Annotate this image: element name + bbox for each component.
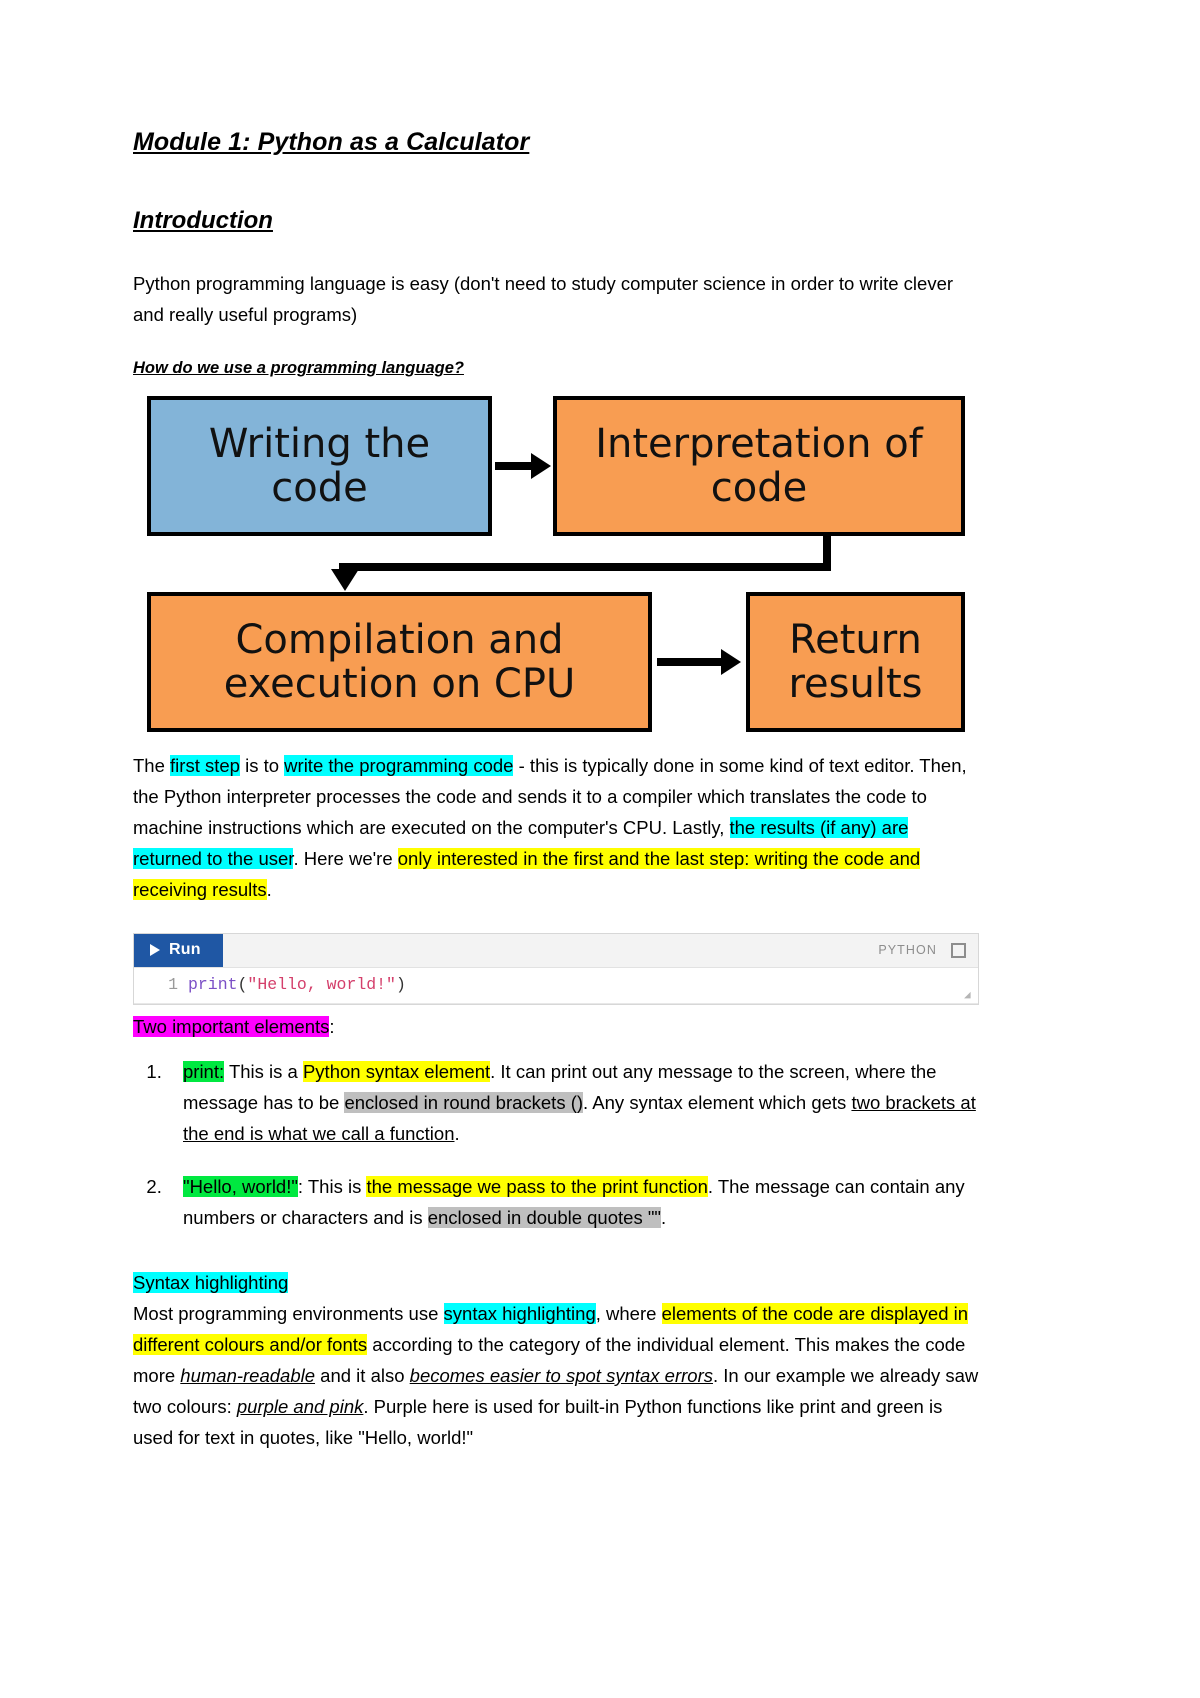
- code-content: print("Hello, world!"): [188, 974, 406, 996]
- code-token-string: "Hello, world!": [247, 974, 396, 994]
- text-run: . Any syntax element which gets: [583, 1091, 852, 1113]
- list-item: print: This is a Python syntax element . …: [167, 1056, 979, 1149]
- text-run: Most programming environments use: [133, 1302, 444, 1324]
- syntax-highlighting-section: Syntax highlighting Most programming env…: [133, 1267, 979, 1453]
- language-label: PYTHON: [878, 943, 937, 958]
- text-run: .: [454, 1122, 460, 1144]
- highlight-cyan: write the programming code: [284, 754, 514, 776]
- text-run: , where: [595, 1302, 662, 1324]
- highlight-cyan: Syntax highlighting: [133, 1271, 289, 1293]
- play-icon: [150, 944, 160, 957]
- text-run: :: [329, 1015, 335, 1037]
- document-body: Module 1: Python as a Calculator Introdu…: [133, 128, 979, 1453]
- highlight-cyan: syntax highlighting: [443, 1302, 596, 1324]
- code-editor[interactable]: 1 print("Hello, world!") ◢: [134, 967, 978, 1004]
- code-runner-toolbar: Run PYTHON: [134, 933, 978, 968]
- highlight-green: "Hello, world!": [183, 1175, 298, 1197]
- highlight-cyan: first step: [170, 754, 240, 776]
- flow-node-compilation-and-execution-on-cpu: Compilation and execution on CPU: [147, 591, 652, 732]
- intro-paragraph: Python programming language is easy (don…: [133, 273, 954, 326]
- syntax-highlighting-paragraph: Most programming environments use syntax…: [133, 1298, 979, 1453]
- run-button-label: Run: [169, 941, 201, 959]
- text-run: The: [133, 754, 171, 776]
- flowchart-diagram: Writing the code Interpretation of code …: [133, 394, 969, 734]
- text-run: : This is: [297, 1175, 367, 1197]
- section-heading-introduction: Introduction: [133, 206, 273, 234]
- subheading-how-do-we-use: How do we use a programming language?: [133, 359, 464, 378]
- expand-icon[interactable]: [951, 942, 966, 958]
- two-important-elements-lead: Two important elements:: [133, 1011, 979, 1042]
- text-run: . Here we're: [293, 847, 398, 869]
- list-item: "Hello, world!": This is the message we …: [167, 1171, 979, 1233]
- code-line: 1 print("Hello, world!"): [134, 974, 978, 996]
- page-title: Module 1: Python as a Calculator: [133, 128, 530, 156]
- code-runner-widget[interactable]: Run PYTHON 1 print("Hello, world!") ◢: [133, 932, 979, 1005]
- underlined-italic-text: becomes easier to spot syntax errors: [409, 1364, 713, 1386]
- text-run: .: [660, 1206, 667, 1228]
- text-run: .: [266, 878, 272, 900]
- resize-grip-icon[interactable]: ◢: [964, 990, 974, 1001]
- code-token-paren-close: ): [395, 974, 406, 994]
- document-page: Module 1: Python as a Calculator Introdu…: [0, 0, 1200, 1698]
- code-token-paren-open: (: [237, 974, 248, 994]
- flow-node-writing-the-code: Writing the code: [147, 395, 492, 536]
- text-run: This is a: [224, 1060, 303, 1082]
- highlight-gray: enclosed in double quotes "": [427, 1206, 661, 1228]
- highlight-green: print:: [183, 1060, 225, 1082]
- highlight-magenta: Two important elements: [133, 1015, 330, 1037]
- line-number: 1: [168, 974, 178, 994]
- run-button[interactable]: Run: [134, 933, 223, 967]
- elements-list: print: This is a Python syntax element . …: [133, 1056, 979, 1233]
- code-runner-toolbar-right: PYTHON: [878, 934, 978, 967]
- text-run: is to: [239, 754, 285, 776]
- highlight-yellow: Python syntax element: [302, 1060, 491, 1082]
- syntax-highlighting-heading: Syntax highlighting: [133, 1267, 979, 1298]
- underlined-italic-text: purple and pink: [236, 1395, 364, 1417]
- text-run: and it also: [315, 1364, 410, 1386]
- flow-node-interpretation-of-code: Interpretation of code: [553, 395, 965, 536]
- highlight-gray: enclosed in round brackets (): [344, 1091, 584, 1113]
- arrow-elbow-down-icon: [313, 535, 833, 596]
- code-token-function: print: [188, 974, 238, 994]
- underlined-italic-text: human-readable: [180, 1364, 316, 1386]
- flow-node-return-results: Return results: [746, 591, 965, 732]
- highlight-yellow: the message we pass to the print functio…: [366, 1175, 708, 1197]
- explanation-paragraph: The first step is to write the programmi…: [133, 750, 979, 905]
